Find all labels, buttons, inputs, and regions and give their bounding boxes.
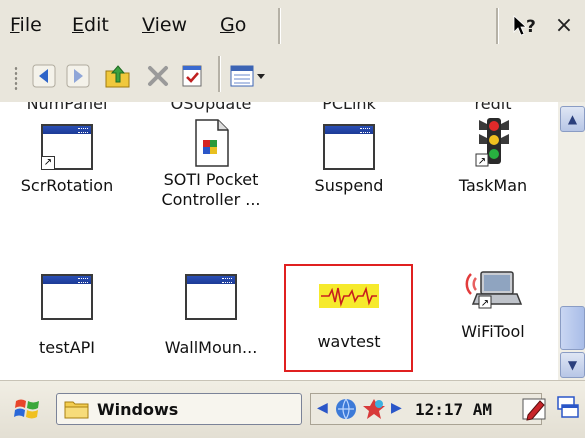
properties-button[interactable] [176,60,208,92]
up-folder-icon [105,65,130,88]
shortcut-arrow-icon: ↗ [41,156,55,170]
file-item-suspend[interactable]: Suspend [284,124,414,196]
item-label-partial[interactable]: NumPanel [2,102,132,113]
toolbar [0,52,585,102]
pen-input-icon [522,398,546,421]
toolbar-separator [218,56,220,92]
help-arrow-icon: ? [513,15,536,37]
toolbar-grip[interactable] [14,66,18,92]
chevron-down-icon [257,74,265,79]
scroll-up-button[interactable]: ▲ [560,106,585,132]
menu-go[interactable]: Go [220,14,246,36]
tray-scroll-right-icon[interactable]: ▶ [391,400,402,416]
file-item-label-line2: Controller ... [161,190,261,209]
file-item-label: testAPI [38,338,96,357]
delete-button[interactable] [142,60,174,92]
file-item-label: ScrRotation [20,176,114,195]
help-button[interactable]: ? [510,12,540,40]
svg-text:?: ? [526,17,536,37]
wifi-laptop-icon: ↗ [465,271,523,309]
shortcut-window-icon: ↗ [41,124,93,170]
desktop-icon [557,396,579,418]
item-label-partial[interactable]: redit [428,102,558,113]
tray-scroll-left-icon[interactable]: ◀ [317,400,328,416]
menu-separator [496,8,498,44]
file-item-testapi[interactable]: testAPI [2,274,132,358]
forward-icon [66,64,90,88]
item-label-partial[interactable]: PCLink [284,102,414,113]
file-item-wifitool[interactable]: ↗ WiFiTool [428,264,558,342]
back-icon [32,64,56,88]
delete-icon [148,66,168,86]
file-item-label: SOTI Pocket [163,170,259,189]
chevron-up-icon: ▲ [567,112,578,126]
sync-status-icon[interactable] [361,396,387,422]
traffic-light-icon: ↗ [475,118,509,167]
item-label-partial[interactable]: OSUpdate [146,102,276,113]
taskbar: Windows ◀ ▶ 12:17 AM [0,380,585,438]
menu-bar: File Edit View Go ? × [0,0,585,52]
input-panel-button[interactable] [520,393,548,429]
forward-button[interactable] [62,60,94,92]
file-item-label: WiFiTool [461,322,525,341]
window-icon [185,274,237,320]
up-folder-button[interactable] [102,60,134,92]
file-item-scrrotation[interactable]: ↗ ScrRotation [2,124,132,196]
folder-icon [64,401,89,419]
file-item-taskman[interactable]: ↗ TaskMan [428,116,558,196]
clock[interactable]: 12:17 AM [415,400,492,419]
menu-separator [278,8,280,44]
menu-file[interactable]: File [10,14,42,36]
file-item-wallmount[interactable]: WallMoun... [146,274,276,358]
file-item-label: WallMoun... [164,338,258,357]
svg-text:↗: ↗ [481,298,489,309]
window-icon [323,124,375,170]
views-icon [230,65,265,87]
scroll-down-button[interactable]: ▼ [560,352,585,378]
soti-document-icon [195,119,229,167]
window-icon [41,274,93,320]
properties-icon [182,65,202,87]
network-icon[interactable] [333,396,359,422]
windows-logo-icon [14,399,39,419]
chevron-down-icon: ▼ [567,358,578,372]
vertical-scrollbar[interactable]: ▲ ▼ [558,102,585,380]
menu-edit[interactable]: Edit [72,14,109,36]
views-button[interactable] [228,60,270,92]
scroll-thumb[interactable] [560,306,585,350]
show-desktop-button[interactable] [554,393,582,429]
file-item-label: Suspend [314,176,384,195]
start-button[interactable] [12,393,44,429]
taskbar-window-button[interactable]: Windows [56,393,302,425]
file-item-label: TaskMan [458,176,528,195]
svg-text:↗: ↗ [478,156,486,167]
close-button[interactable]: × [550,12,578,40]
system-tray: ◀ ▶ 12:17 AM [310,393,542,425]
taskbar-window-label: Windows [97,400,179,419]
file-item-soti-pocket-controller[interactable]: SOTI Pocket Controller ... [146,116,276,210]
menu-view[interactable]: View [142,14,187,36]
back-button[interactable] [28,60,60,92]
file-list-view[interactable]: NumPanel OSUpdate PCLink redit ↗ ScrRota… [0,102,558,380]
selection-highlight-box [284,264,413,372]
